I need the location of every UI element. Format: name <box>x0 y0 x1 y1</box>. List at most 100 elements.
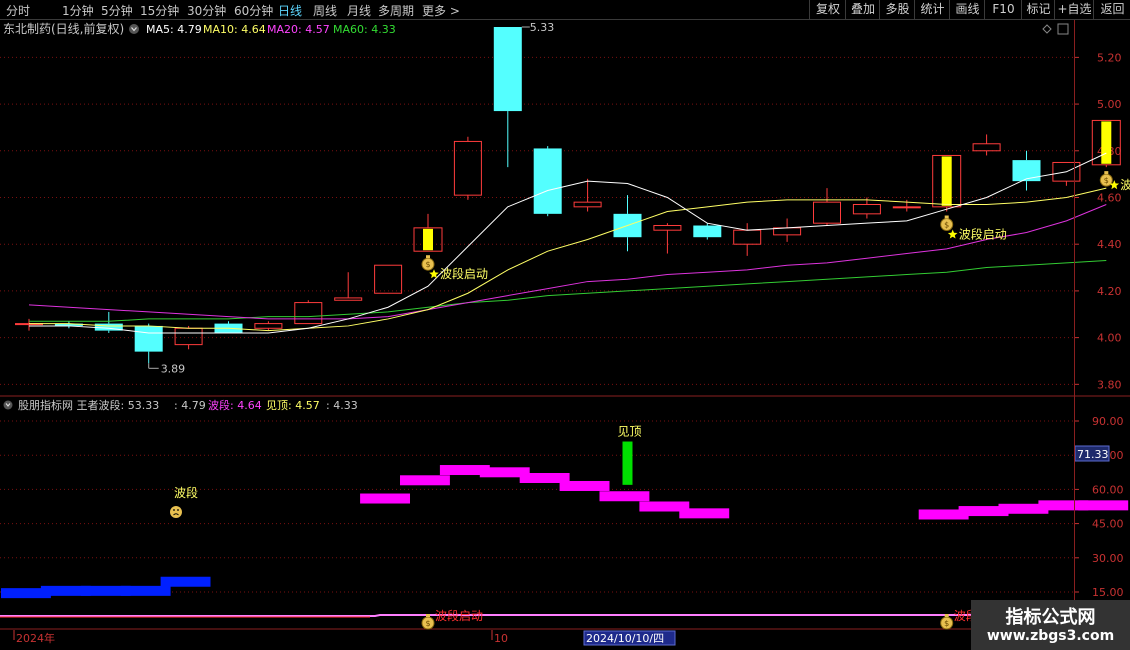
baseline <box>0 614 1074 617</box>
kline-chart[interactable]: 5.205.004.804.604.404.204.003.8090.0075.… <box>0 0 1130 650</box>
watermark: 指标公式网 www.zbgs3.com <box>971 600 1130 650</box>
band-segment <box>599 491 650 502</box>
money-bag-icon: $ <box>421 255 435 271</box>
band-segment <box>559 480 610 491</box>
candlestick <box>693 223 722 240</box>
candlestick <box>15 318 43 331</box>
candle-body <box>294 302 323 325</box>
candlestick <box>813 188 841 226</box>
month-label: 10 <box>494 632 508 645</box>
candlestick <box>533 146 562 217</box>
current-value-label: 71.33 <box>1077 448 1109 461</box>
price-axis-label: 4.40 <box>1097 238 1122 251</box>
signal-label: 波段启动 <box>959 227 1007 242</box>
price-axis-label: 3.80 <box>1097 378 1122 391</box>
svg-text:$: $ <box>425 260 430 269</box>
candle-body <box>533 148 562 214</box>
candlestick <box>972 134 1001 156</box>
sub-axis-label: 90.00 <box>1092 415 1124 428</box>
price-axis-label: 4.00 <box>1097 332 1122 345</box>
sub-value: : 4.79 <box>174 399 206 412</box>
settings-icon <box>3 400 13 410</box>
sub-bodo-value: 波段: 4.64 <box>208 398 262 412</box>
candle-body <box>852 203 881 215</box>
candlestick <box>613 195 642 252</box>
cursor-date-label: 2024/10/10/四 <box>586 632 664 645</box>
candle-body <box>1012 160 1041 182</box>
candle-body <box>174 327 203 346</box>
candlestick <box>413 213 443 252</box>
settings-icon <box>129 24 139 34</box>
candle-body <box>423 228 433 251</box>
watermark-url: www.zbgs3.com <box>986 628 1115 644</box>
band-segment <box>400 475 450 486</box>
candlestick <box>334 272 363 301</box>
candle-body <box>941 156 952 206</box>
candle-body <box>693 225 722 238</box>
axis-divider <box>1074 20 1075 630</box>
jianding-bar <box>622 441 633 485</box>
diamond-icon <box>1042 24 1052 34</box>
window-icon <box>1057 23 1069 35</box>
band-segment <box>120 585 171 596</box>
high-price-label: 5.33 <box>530 21 555 34</box>
stock-title: 东北制药(日线,前复权) <box>3 21 124 36</box>
band-segment <box>160 576 211 587</box>
candle-body <box>254 323 283 329</box>
candle-body <box>453 140 482 196</box>
ma-legend-item: MA20: 4.57 <box>267 23 330 36</box>
candle-body <box>374 264 403 294</box>
price-axis-label: 5.20 <box>1097 51 1122 64</box>
candlestick <box>294 300 323 325</box>
candlestick <box>932 154 962 212</box>
candle-body <box>334 297 363 301</box>
ma-legend-item: MA5: 4.79 <box>146 23 202 36</box>
candle-body <box>972 143 1001 152</box>
candle-body <box>892 206 921 209</box>
candle-body <box>493 27 522 112</box>
candlestick <box>653 223 682 254</box>
sub-axis-label: 45.00 <box>1092 518 1124 531</box>
signal-label: 波段启动 <box>440 266 488 281</box>
sub-axis-label: 60.00 <box>1092 483 1124 496</box>
svg-text:$: $ <box>944 619 949 628</box>
candlestick <box>134 323 163 364</box>
candle-body <box>134 325 163 352</box>
money-bag-icon: $ <box>940 614 954 630</box>
candlestick <box>773 218 802 242</box>
svg-text:$: $ <box>944 221 949 230</box>
candlestick <box>54 321 83 329</box>
year-label: 2024年 <box>16 631 55 645</box>
candlestick <box>453 136 482 200</box>
candlestick <box>1091 119 1121 168</box>
low-price-label: 3.89 <box>161 362 186 375</box>
svg-text:$: $ <box>1104 176 1109 185</box>
candlestick <box>493 27 522 168</box>
price-axis-label: 5.00 <box>1097 98 1122 111</box>
signal-label: 波 <box>1120 178 1130 192</box>
sub-jianding-value: 见顶: 4.57 <box>266 399 320 412</box>
candle-body <box>813 201 841 224</box>
wave-bands <box>1 465 1129 599</box>
price-axis-label: 4.60 <box>1097 191 1122 204</box>
jianding-label: 见顶 <box>618 425 642 439</box>
candles <box>15 27 1121 364</box>
ma-legend-item: MA10: 4.64 <box>203 23 266 36</box>
candlestick <box>1012 150 1041 191</box>
svg-text:$: $ <box>425 619 430 628</box>
sub-indicator-name: 股朋指标网 王者波段: 53.33 <box>18 398 159 412</box>
watermark-title: 指标公式网 <box>1005 607 1096 628</box>
candle-body <box>573 201 602 208</box>
sub-value: : 4.33 <box>326 399 358 412</box>
ma-legend-item: MA60: 4.33 <box>333 23 396 36</box>
band-segment <box>679 508 730 519</box>
candle-body <box>1101 121 1112 164</box>
candle-body <box>733 229 762 245</box>
bodo-label: 波段 <box>174 485 198 500</box>
bottom-signal-label: 波段启动 <box>435 608 483 623</box>
candlestick <box>1052 161 1081 186</box>
candlestick <box>374 264 403 294</box>
grid-lines <box>0 56 1074 593</box>
sub-axis-label: 15.00 <box>1092 586 1124 599</box>
sad-face-icon <box>170 506 182 518</box>
